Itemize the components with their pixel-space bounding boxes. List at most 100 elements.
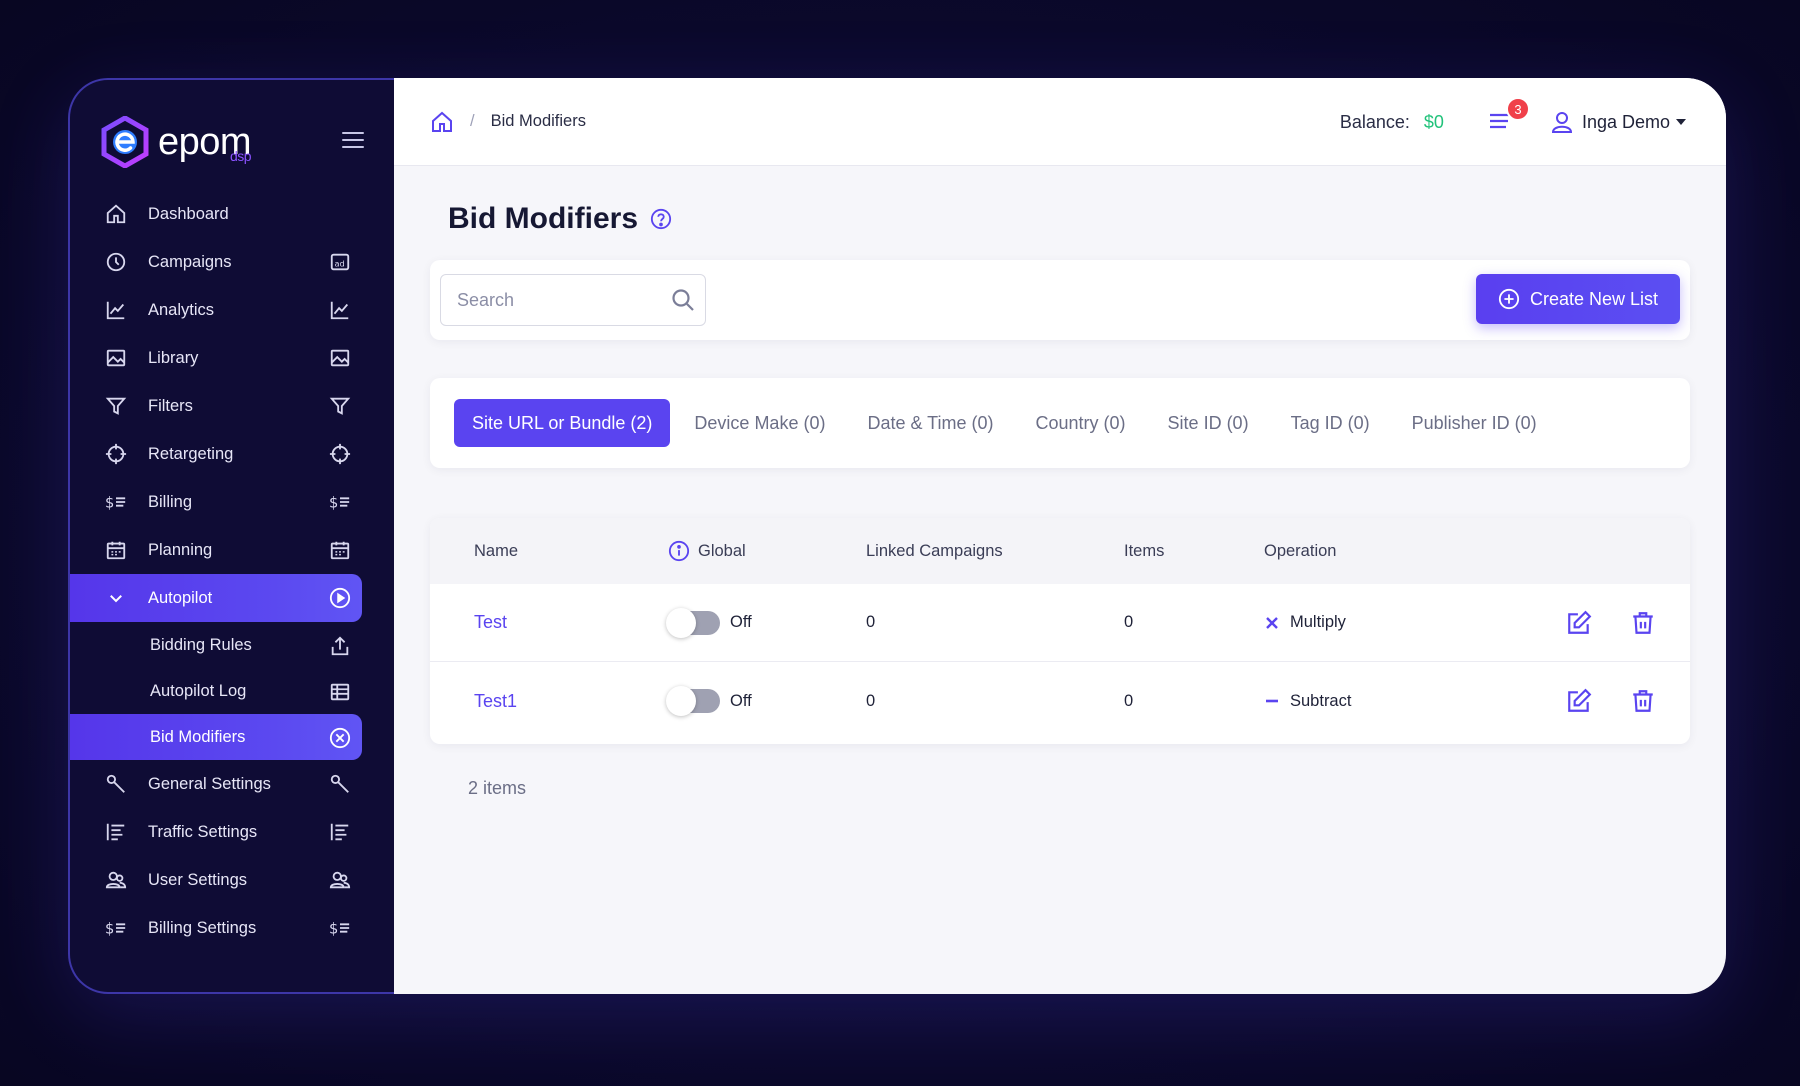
items-count-cell: 0 — [1124, 613, 1134, 631]
operation-label: Subtract — [1290, 691, 1352, 710]
sidebar-item-filters[interactable]: Filters — [70, 382, 394, 430]
sidebar-item-retargeting[interactable]: Retargeting — [70, 430, 394, 478]
sidebar-item-billing-settings[interactable]: $ Billing Settings $ — [70, 904, 394, 952]
tab-site-url-or-bundle[interactable]: Site URL or Bundle (2) — [454, 399, 671, 447]
home-icon[interactable] — [430, 110, 454, 134]
x-circle-icon — [328, 726, 352, 750]
trash-icon — [1633, 690, 1653, 712]
chevron-down-icon — [104, 586, 128, 610]
global-status: Off — [730, 691, 752, 710]
column-header-linked-campaigns[interactable]: Linked Campaigns — [866, 542, 1003, 561]
balance-value: $0 — [1423, 111, 1444, 132]
align-left-icon — [104, 820, 128, 844]
sidebar-item-dashboard[interactable]: Dashboard — [70, 190, 394, 238]
column-header-global[interactable]: Global — [668, 540, 746, 562]
sidebar-item-autopilot[interactable]: Autopilot — [70, 574, 362, 622]
caret-down-icon — [1676, 119, 1686, 125]
row-name-link[interactable]: Test — [474, 612, 507, 633]
sidebar-item-bid-modifiers[interactable]: Bid Modifiers — [70, 714, 362, 760]
tab-date-time[interactable]: Date & Time (0) — [849, 399, 1011, 447]
svg-text:ad: ad — [335, 259, 345, 269]
play-circle-icon — [328, 586, 352, 610]
search-input[interactable] — [457, 289, 657, 311]
dollar-list-icon: $ — [328, 916, 352, 940]
user-icon — [1551, 112, 1572, 133]
autopilot-submenu: Bidding Rules Autopilot Log Bid Modifier… — [68, 622, 394, 760]
sidebar-item-traffic-settings[interactable]: Traffic Settings — [70, 808, 394, 856]
topbar-right: Balance: $0 3 Inga Demo — [1340, 78, 1686, 166]
edit-icon — [1568, 610, 1592, 634]
global-toggle-cell: Off — [666, 607, 752, 638]
align-left-icon — [328, 820, 352, 844]
balance-label: Balance: — [1339, 111, 1410, 132]
menu-toggle-icon[interactable] — [342, 132, 364, 148]
sidebar-item-label: General Settings — [148, 774, 271, 793]
delete-button[interactable] — [1630, 688, 1656, 714]
trash-icon — [1633, 611, 1653, 634]
row-name-link[interactable]: Test1 — [474, 691, 517, 712]
sidebar-item-general-settings[interactable]: General Settings — [70, 760, 394, 808]
tab-tag-id[interactable]: Tag ID (0) — [1273, 399, 1388, 447]
breadcrumb-current: Bid Modifiers — [490, 112, 586, 130]
breadcrumb: / Bid Modifiers — [430, 110, 586, 134]
sidebar-item-campaigns[interactable]: Campaigns ad — [70, 238, 394, 286]
sidebar-item-autopilot-log[interactable]: Autopilot Log — [70, 668, 394, 714]
global-toggle[interactable] — [666, 686, 720, 716]
sidebar-item-label: Autopilot Log — [150, 681, 247, 700]
tab-site-id[interactable]: Site ID (0) — [1150, 399, 1267, 447]
edit-button[interactable] — [1566, 610, 1592, 636]
image-icon — [104, 346, 128, 370]
multiply-icon — [1266, 616, 1278, 629]
sidebar-item-label: Library — [148, 348, 199, 367]
global-status: Off — [730, 613, 752, 631]
topbar: / Bid Modifiers Balance: $0 3 Inga Demo — [394, 78, 1726, 166]
svg-text:$: $ — [105, 921, 114, 938]
sidebar-item-planning[interactable]: Planning — [70, 526, 394, 574]
sidebar-item-label: Analytics — [148, 300, 215, 319]
column-header-operation[interactable]: Operation — [1264, 542, 1336, 561]
tab-publisher-id[interactable]: Publisher ID (0) — [1394, 399, 1555, 447]
sidebar-item-label: Billing — [148, 492, 193, 511]
calendar-icon — [328, 538, 352, 562]
column-header-global-label: Global — [698, 541, 746, 560]
ad-icon: ad — [328, 250, 352, 274]
sidebar-item-analytics[interactable]: Analytics — [70, 286, 394, 334]
global-toggle[interactable] — [666, 607, 720, 638]
edit-button[interactable] — [1566, 688, 1592, 714]
help-icon[interactable] — [650, 208, 672, 230]
user-menu[interactable]: Inga Demo — [1550, 110, 1686, 134]
operation-cell: Subtract — [1264, 692, 1351, 711]
sidebar-item-label: Bidding Rules — [150, 635, 252, 654]
info-icon[interactable] — [668, 540, 690, 562]
sidebar-item-label: Retargeting — [148, 444, 234, 463]
modifier-type-tabs: Site URL or Bundle (2) Device Make (0) D… — [430, 378, 1690, 468]
tab-device-make[interactable]: Device Make (0) — [676, 399, 843, 447]
notifications-button[interactable]: 3 — [1488, 97, 1530, 133]
search-field[interactable] — [440, 274, 706, 326]
svg-text:$: $ — [329, 495, 338, 512]
notification-badge: 3 — [1505, 97, 1530, 121]
sidebar-item-label: Filters — [148, 396, 193, 415]
sidebar-item-billing[interactable]: $ Billing $ — [70, 478, 394, 526]
brand-sub: dsp — [229, 148, 252, 164]
sidebar-item-library[interactable]: Library — [70, 334, 394, 382]
sidebar-item-label: Bid Modifiers — [150, 727, 246, 746]
items-count: 2 items — [468, 778, 527, 798]
column-header-name[interactable]: Name — [474, 542, 518, 561]
sidebar-item-user-settings[interactable]: User Settings — [70, 856, 394, 904]
column-header-items[interactable]: Items — [1124, 542, 1164, 561]
logo[interactable]: epom dsp — [70, 112, 394, 172]
search-icon[interactable] — [671, 288, 695, 312]
search-toolbar: Create New List — [430, 260, 1690, 340]
crosshair-icon — [104, 442, 128, 466]
calendar-icon — [104, 538, 128, 562]
tab-country[interactable]: Country (0) — [1018, 399, 1144, 447]
sidebar-item-bidding-rules[interactable]: Bidding Rules — [70, 622, 394, 668]
breadcrumb-separator: / — [470, 112, 475, 130]
sidebar-item-label: Autopilot — [148, 588, 213, 607]
create-new-list-button[interactable]: Create New List — [1476, 274, 1680, 324]
sidebar-item-label: Traffic Settings — [148, 822, 258, 841]
delete-button[interactable] — [1630, 610, 1656, 636]
edit-icon — [1568, 688, 1592, 712]
svg-text:$: $ — [105, 495, 114, 512]
